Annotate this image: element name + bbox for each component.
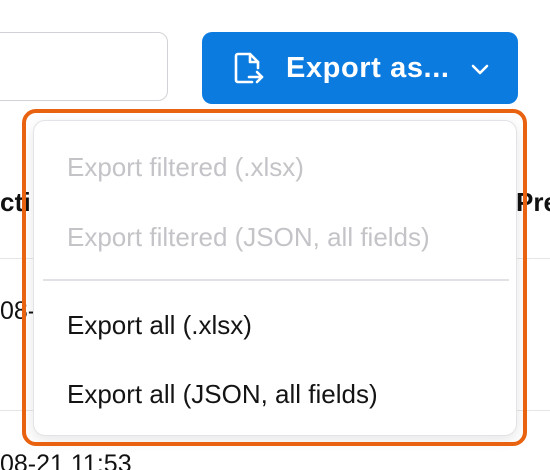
table-header-cell: Pre [516, 187, 550, 217]
chevron-down-icon[interactable] [467, 56, 493, 82]
export-dropdown-menu: Export filtered (.xlsx) Export filtered … [33, 120, 517, 436]
menu-item-export-all-xlsx[interactable]: Export all (.xlsx) [34, 295, 516, 355]
export-as-label: Export as... [286, 52, 450, 84]
export-as-button[interactable]: Export as... [202, 32, 518, 104]
menu-item-export-filtered-xlsx: Export filtered (.xlsx) [67, 152, 304, 182]
menu-item-export-all-json[interactable]: Export all (JSON, all fields) [34, 364, 516, 424]
search-input[interactable] [0, 32, 168, 101]
table-header-cell: cti [0, 187, 31, 217]
table-cell: 08-21 11:53 [0, 450, 132, 470]
export-view: cti Pre 08- 08-21 11:53 Export as... Exp… [0, 0, 550, 470]
file-export-icon [234, 52, 264, 84]
table-cell: 08- [0, 297, 37, 325]
menu-item-export-filtered-json: Export filtered (JSON, all fields) [67, 222, 430, 252]
menu-divider [43, 279, 509, 281]
